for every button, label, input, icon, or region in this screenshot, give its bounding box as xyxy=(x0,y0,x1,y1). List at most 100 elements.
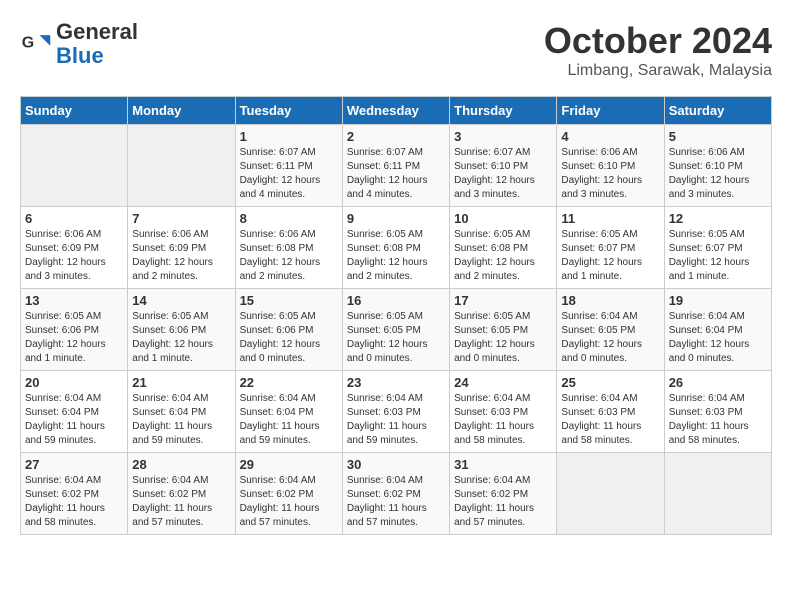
weekday-header-monday: Monday xyxy=(128,97,235,125)
calendar-cell xyxy=(21,125,128,207)
day-info: Sunrise: 6:04 AM Sunset: 6:04 PM Dayligh… xyxy=(132,392,230,448)
day-number: 5 xyxy=(669,129,767,144)
day-number: 29 xyxy=(240,457,338,472)
calendar-cell: 5 Sunrise: 6:06 AM Sunset: 6:10 PM Daylig… xyxy=(664,125,771,207)
day-info: Sunrise: 6:04 AM Sunset: 6:05 PM Dayligh… xyxy=(561,310,659,366)
calendar-cell: 14Sunrise: 6:05 AM Sunset: 6:06 PM Dayli… xyxy=(128,289,235,371)
calendar-cell: 8 Sunrise: 6:06 AM Sunset: 6:08 PM Daylig… xyxy=(235,207,342,289)
weekday-header-wednesday: Wednesday xyxy=(342,97,449,125)
calendar-cell: 31 Sunrise: 6:04 AM Sunset: 6:02 PM Dayli… xyxy=(450,453,557,535)
day-info: Sunrise: 6:04 AM Sunset: 6:02 PM Dayligh… xyxy=(132,474,230,530)
calendar-cell: 1 Sunrise: 6:07 AM Sunset: 6:11 PM Daylig… xyxy=(235,125,342,207)
day-info: Sunrise: 6:04 AM Sunset: 6:04 PM Dayligh… xyxy=(669,310,767,366)
day-number: 1 xyxy=(240,129,338,144)
day-info: Sunrise: 6:05 AM Sunset: 6:05 PM Dayligh… xyxy=(454,310,552,366)
calendar-cell: 3Sunrise: 6:07 AM Sunset: 6:10 PM Daylig… xyxy=(450,125,557,207)
calendar-cell: 21Sunrise: 6:04 AM Sunset: 6:04 PM Dayli… xyxy=(128,371,235,453)
calendar-cell: 16 Sunrise: 6:05 AM Sunset: 6:05 PM Dayli… xyxy=(342,289,449,371)
day-info: Sunrise: 6:04 AM Sunset: 6:03 PM Dayligh… xyxy=(454,392,552,448)
month-title: October 2024 xyxy=(544,20,772,62)
day-number: 7 xyxy=(132,211,230,226)
title-area: October 2024 Limbang, Sarawak, Malaysia xyxy=(544,20,772,80)
location-subtitle: Limbang, Sarawak, Malaysia xyxy=(544,62,772,80)
day-number: 15 xyxy=(240,293,338,308)
day-number: 16 xyxy=(347,293,445,308)
day-info: Sunrise: 6:04 AM Sunset: 6:04 PM Dayligh… xyxy=(240,392,338,448)
day-info: Sunrise: 6:05 AM Sunset: 6:08 PM Dayligh… xyxy=(347,228,445,284)
day-info: Sunrise: 6:06 AM Sunset: 6:08 PM Dayligh… xyxy=(240,228,338,284)
weekday-header-row: SundayMondayTuesdayWednesdayThursdayFrid… xyxy=(21,97,772,125)
day-info: Sunrise: 6:05 AM Sunset: 6:06 PM Dayligh… xyxy=(25,310,123,366)
calendar-cell: 20Sunrise: 6:04 AM Sunset: 6:04 PM Dayli… xyxy=(21,371,128,453)
calendar-week-2: 6 Sunrise: 6:06 AM Sunset: 6:09 PM Daylig… xyxy=(21,207,772,289)
page-header: G General Blue October 2024 Limbang, Sar… xyxy=(20,20,772,80)
calendar-cell: 13 Sunrise: 6:05 AM Sunset: 6:06 PM Dayli… xyxy=(21,289,128,371)
logo-text: General Blue xyxy=(56,20,138,68)
calendar-cell: 6 Sunrise: 6:06 AM Sunset: 6:09 PM Daylig… xyxy=(21,207,128,289)
day-number: 12 xyxy=(669,211,767,226)
day-number: 11 xyxy=(561,211,659,226)
day-info: Sunrise: 6:04 AM Sunset: 6:02 PM Dayligh… xyxy=(347,474,445,530)
day-number: 27 xyxy=(25,457,123,472)
day-number: 30 xyxy=(347,457,445,472)
day-info: Sunrise: 6:05 AM Sunset: 6:07 PM Dayligh… xyxy=(669,228,767,284)
calendar-week-5: 27 Sunrise: 6:04 AM Sunset: 6:02 PM Dayli… xyxy=(21,453,772,535)
weekday-header-tuesday: Tuesday xyxy=(235,97,342,125)
calendar-cell: 30 Sunrise: 6:04 AM Sunset: 6:02 PM Dayli… xyxy=(342,453,449,535)
day-number: 9 xyxy=(347,211,445,226)
calendar-cell: 15 Sunrise: 6:05 AM Sunset: 6:06 PM Dayli… xyxy=(235,289,342,371)
calendar-cell: 2 Sunrise: 6:07 AM Sunset: 6:11 PM Daylig… xyxy=(342,125,449,207)
calendar-cell: 17 Sunrise: 6:05 AM Sunset: 6:05 PM Dayli… xyxy=(450,289,557,371)
calendar-cell: 4 Sunrise: 6:06 AM Sunset: 6:10 PM Daylig… xyxy=(557,125,664,207)
calendar-cell: 25 Sunrise: 6:04 AM Sunset: 6:03 PM Dayli… xyxy=(557,371,664,453)
calendar-cell xyxy=(557,453,664,535)
day-number: 2 xyxy=(347,129,445,144)
day-info: Sunrise: 6:05 AM Sunset: 6:05 PM Dayligh… xyxy=(347,310,445,366)
day-info: Sunrise: 6:07 AM Sunset: 6:11 PM Dayligh… xyxy=(347,146,445,202)
day-info: Sunrise: 6:05 AM Sunset: 6:08 PM Dayligh… xyxy=(454,228,552,284)
day-number: 4 xyxy=(561,129,659,144)
day-info: Sunrise: 6:06 AM Sunset: 6:10 PM Dayligh… xyxy=(561,146,659,202)
day-number: 19 xyxy=(669,293,767,308)
day-number: 25 xyxy=(561,375,659,390)
calendar-cell: 29 Sunrise: 6:04 AM Sunset: 6:02 PM Dayli… xyxy=(235,453,342,535)
day-number: 28 xyxy=(132,457,230,472)
logo: G General Blue xyxy=(20,20,138,68)
day-info: Sunrise: 6:07 AM Sunset: 6:11 PM Dayligh… xyxy=(240,146,338,202)
calendar-cell: 23 Sunrise: 6:04 AM Sunset: 6:03 PM Dayli… xyxy=(342,371,449,453)
calendar-week-3: 13 Sunrise: 6:05 AM Sunset: 6:06 PM Dayli… xyxy=(21,289,772,371)
day-number: 31 xyxy=(454,457,552,472)
calendar-cell: 22 Sunrise: 6:04 AM Sunset: 6:04 PM Dayli… xyxy=(235,371,342,453)
day-info: Sunrise: 6:04 AM Sunset: 6:03 PM Dayligh… xyxy=(347,392,445,448)
calendar-cell: 7 Sunrise: 6:06 AM Sunset: 6:09 PM Daylig… xyxy=(128,207,235,289)
day-info: Sunrise: 6:04 AM Sunset: 6:02 PM Dayligh… xyxy=(240,474,338,530)
calendar-week-1: 1 Sunrise: 6:07 AM Sunset: 6:11 PM Daylig… xyxy=(21,125,772,207)
day-info: Sunrise: 6:06 AM Sunset: 6:09 PM Dayligh… xyxy=(132,228,230,284)
day-info: Sunrise: 6:04 AM Sunset: 6:03 PM Dayligh… xyxy=(561,392,659,448)
day-number: 22 xyxy=(240,375,338,390)
calendar-cell: 26 Sunrise: 6:04 AM Sunset: 6:03 PM Dayli… xyxy=(664,371,771,453)
day-info: Sunrise: 6:05 AM Sunset: 6:06 PM Dayligh… xyxy=(240,310,338,366)
day-info: Sunrise: 6:06 AM Sunset: 6:09 PM Dayligh… xyxy=(25,228,123,284)
day-info: Sunrise: 6:04 AM Sunset: 6:02 PM Dayligh… xyxy=(454,474,552,530)
day-number: 23 xyxy=(347,375,445,390)
day-info: Sunrise: 6:07 AM Sunset: 6:10 PM Dayligh… xyxy=(454,146,552,202)
day-info: Sunrise: 6:04 AM Sunset: 6:03 PM Dayligh… xyxy=(669,392,767,448)
day-info: Sunrise: 6:05 AM Sunset: 6:07 PM Dayligh… xyxy=(561,228,659,284)
day-number: 6 xyxy=(25,211,123,226)
calendar-cell xyxy=(128,125,235,207)
day-number: 13 xyxy=(25,293,123,308)
day-number: 10 xyxy=(454,211,552,226)
day-info: Sunrise: 6:05 AM Sunset: 6:06 PM Dayligh… xyxy=(132,310,230,366)
logo-icon: G xyxy=(20,28,52,60)
day-number: 17 xyxy=(454,293,552,308)
calendar-cell: 9 Sunrise: 6:05 AM Sunset: 6:08 PM Daylig… xyxy=(342,207,449,289)
day-number: 8 xyxy=(240,211,338,226)
weekday-header-sunday: Sunday xyxy=(21,97,128,125)
calendar-cell: 18Sunrise: 6:04 AM Sunset: 6:05 PM Dayli… xyxy=(557,289,664,371)
weekday-header-saturday: Saturday xyxy=(664,97,771,125)
calendar-cell: 28 Sunrise: 6:04 AM Sunset: 6:02 PM Dayli… xyxy=(128,453,235,535)
calendar-cell: 19 Sunrise: 6:04 AM Sunset: 6:04 PM Dayli… xyxy=(664,289,771,371)
day-info: Sunrise: 6:06 AM Sunset: 6:10 PM Dayligh… xyxy=(669,146,767,202)
day-number: 26 xyxy=(669,375,767,390)
